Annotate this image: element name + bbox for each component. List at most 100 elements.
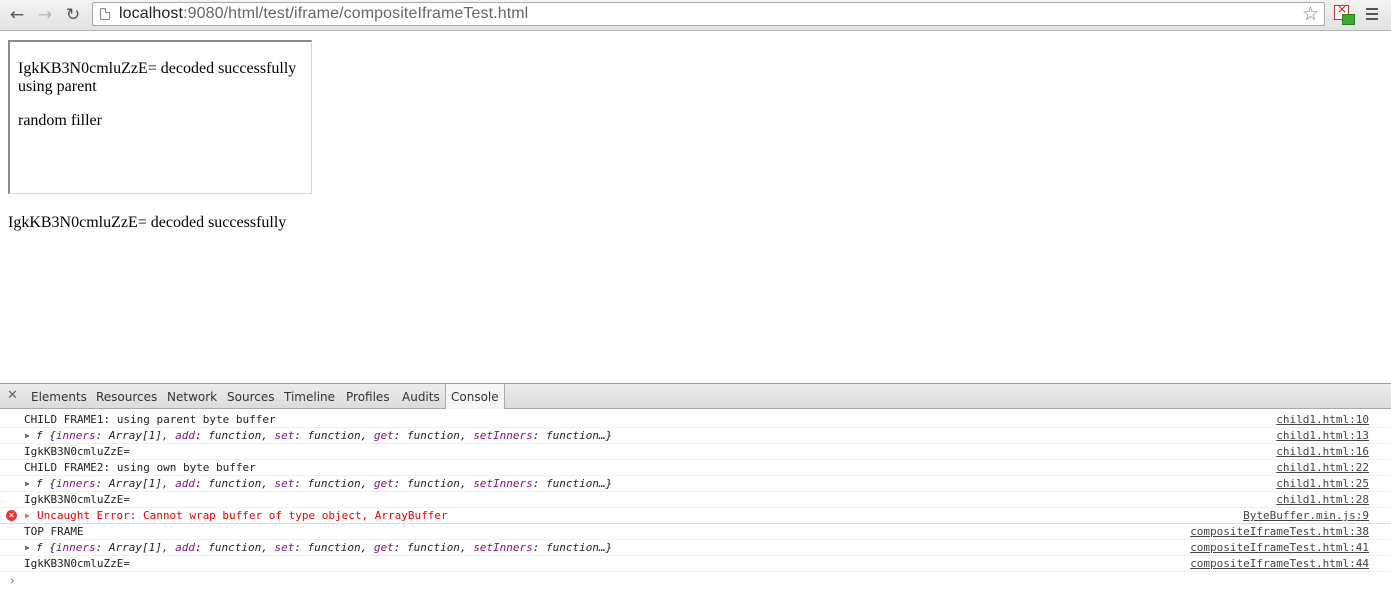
url-path: :9080/html/test/iframe/compositeIframeTe…	[183, 5, 529, 22]
back-arrow-icon[interactable]: ←	[6, 4, 28, 26]
console-source-link[interactable]: compositeIframeTest.html:44	[1190, 556, 1369, 572]
browser-toolbar: ← → ↻ localhost:9080/html/test/iframe/co…	[0, 0, 1391, 31]
object-open: {	[49, 429, 56, 442]
tab-console[interactable]: Console	[445, 384, 505, 409]
object-name: f	[36, 429, 43, 442]
console-source-link[interactable]: compositeIframeTest.html:38	[1190, 524, 1369, 540]
object-name: f	[36, 477, 43, 490]
object-value: Array[1]	[108, 477, 162, 490]
forward-arrow-icon[interactable]: →	[34, 4, 56, 26]
console-row: CHILD FRAME1: using parent byte buffer c…	[0, 412, 1391, 428]
object-value: function	[307, 541, 361, 554]
console-source-link[interactable]: child1.html:13	[1276, 428, 1369, 444]
object-value: function	[208, 477, 262, 490]
console-source-link[interactable]: child1.html:16	[1276, 444, 1369, 460]
console-source-link[interactable]: compositeIframeTest.html:41	[1190, 540, 1369, 556]
tab-network[interactable]: Network	[162, 384, 222, 409]
object-key: setInners	[473, 429, 533, 442]
console-message: TOP FRAME	[24, 525, 84, 538]
console-prompt[interactable]: ›	[9, 574, 16, 587]
console-message: CHILD FRAME1: using parent byte buffer	[24, 413, 276, 426]
object-key: inners	[55, 429, 96, 442]
object-key: set	[274, 477, 295, 490]
object-key: add	[175, 541, 195, 554]
console-source-link[interactable]: child1.html:10	[1276, 412, 1369, 428]
object-value: function	[406, 429, 460, 442]
url-host: localhost	[119, 5, 184, 22]
expand-triangle-icon[interactable]: ▶	[25, 540, 30, 556]
console-row-object[interactable]: ▶ f {inners: Array[1], add: function, se…	[0, 540, 1391, 556]
object-preview[interactable]: f {inners: Array[1], add: function, set:…	[36, 540, 612, 556]
close-devtools-icon[interactable]: ✕	[7, 388, 18, 403]
console-row: IgkKB3N0cmluZzE= child1.html:16	[0, 444, 1391, 460]
object-value: function…}	[546, 477, 613, 490]
bookmark-star-icon[interactable]: ☆	[1302, 3, 1319, 25]
object-key: get	[373, 429, 394, 442]
object-name: f	[36, 541, 43, 554]
object-key: setInners	[473, 477, 533, 490]
console-error-message: Uncaught Error: Cannot wrap buffer of ty…	[37, 509, 448, 522]
object-open: {	[49, 477, 56, 490]
object-value: function	[208, 429, 262, 442]
object-key: set	[274, 541, 295, 554]
console-source-link[interactable]: child1.html:22	[1276, 460, 1369, 476]
tab-timeline[interactable]: Timeline	[279, 384, 340, 409]
console-source-link[interactable]: child1.html:25	[1276, 476, 1369, 492]
console-row-object[interactable]: ▶ f {inners: Array[1], add: function, se…	[0, 428, 1391, 444]
expand-triangle-icon[interactable]: ▶	[25, 476, 30, 492]
tab-resources[interactable]: Resources	[91, 384, 162, 409]
object-preview[interactable]: f {inners: Array[1], add: function, set:…	[36, 476, 612, 492]
object-key: add	[175, 429, 195, 442]
child-iframe: IgkKB3N0cmluZzE= decoded successfully us…	[8, 40, 312, 194]
console-row-object[interactable]: ▶ f {inners: Array[1], add: function, se…	[0, 476, 1391, 492]
address-bar[interactable]: localhost:9080/html/test/iframe/composit…	[92, 2, 1325, 26]
devtools-tabbar: ✕ Elements Resources Network Sources Tim…	[0, 383, 1391, 409]
reload-icon[interactable]: ↻	[62, 4, 84, 26]
tab-elements[interactable]: Elements	[26, 384, 92, 409]
console-row: IgkKB3N0cmluZzE= compositeIframeTest.htm…	[0, 556, 1391, 572]
object-value: function	[406, 541, 460, 554]
console-output: CHILD FRAME1: using parent byte buffer c…	[0, 409, 1391, 606]
console-message: IgkKB3N0cmluZzE=	[24, 557, 130, 570]
console-row-error[interactable]: ✕ ▶ Uncaught Error: Cannot wrap buffer o…	[0, 508, 1391, 524]
page-icon	[100, 8, 110, 20]
tab-sources[interactable]: Sources	[222, 384, 279, 409]
error-icon: ✕	[6, 510, 17, 521]
object-key: set	[274, 429, 295, 442]
object-value: function	[307, 477, 361, 490]
object-value: function	[307, 429, 361, 442]
object-value: Array[1]	[108, 429, 162, 442]
console-message: IgkKB3N0cmluZzE=	[24, 445, 130, 458]
extension-icon[interactable]	[1334, 2, 1355, 25]
url-text[interactable]: localhost:9080/html/test/iframe/composit…	[119, 5, 528, 23]
expand-triangle-icon[interactable]: ▶	[25, 508, 30, 524]
extension-badge-icon	[1342, 14, 1355, 25]
devtools-panel: ✕ Elements Resources Network Sources Tim…	[0, 383, 1391, 606]
object-key: inners	[55, 477, 96, 490]
object-preview[interactable]: f {inners: Array[1], add: function, set:…	[36, 428, 612, 444]
console-row: IgkKB3N0cmluZzE= child1.html:28	[0, 492, 1391, 508]
object-key: add	[175, 477, 195, 490]
iframe-filler-text: random filler	[18, 112, 102, 129]
iframe-decoded-text: IgkKB3N0cmluZzE= decoded successfully us…	[18, 60, 297, 95]
object-value: function…}	[546, 541, 613, 554]
tab-profiles[interactable]: Profiles	[341, 384, 395, 409]
console-message: CHILD FRAME2: using own byte buffer	[24, 461, 256, 474]
object-value: function…}	[546, 429, 613, 442]
object-key: inners	[55, 541, 96, 554]
console-source-link[interactable]: child1.html:28	[1276, 492, 1369, 508]
object-value: Array[1]	[108, 541, 162, 554]
console-row: TOP FRAME compositeIframeTest.html:38	[0, 524, 1391, 540]
tab-audits[interactable]: Audits	[397, 384, 445, 409]
object-open: {	[49, 541, 56, 554]
object-key: setInners	[473, 541, 533, 554]
object-key: get	[373, 541, 394, 554]
menu-icon[interactable]	[1366, 8, 1378, 20]
object-value: function	[406, 477, 460, 490]
object-key: get	[373, 477, 394, 490]
object-value: function	[208, 541, 262, 554]
console-source-link[interactable]: ByteBuffer.min.js:9	[1243, 508, 1369, 524]
console-message: IgkKB3N0cmluZzE=	[24, 493, 130, 506]
expand-triangle-icon[interactable]: ▶	[25, 428, 30, 444]
console-row: CHILD FRAME2: using own byte buffer chil…	[0, 460, 1391, 476]
